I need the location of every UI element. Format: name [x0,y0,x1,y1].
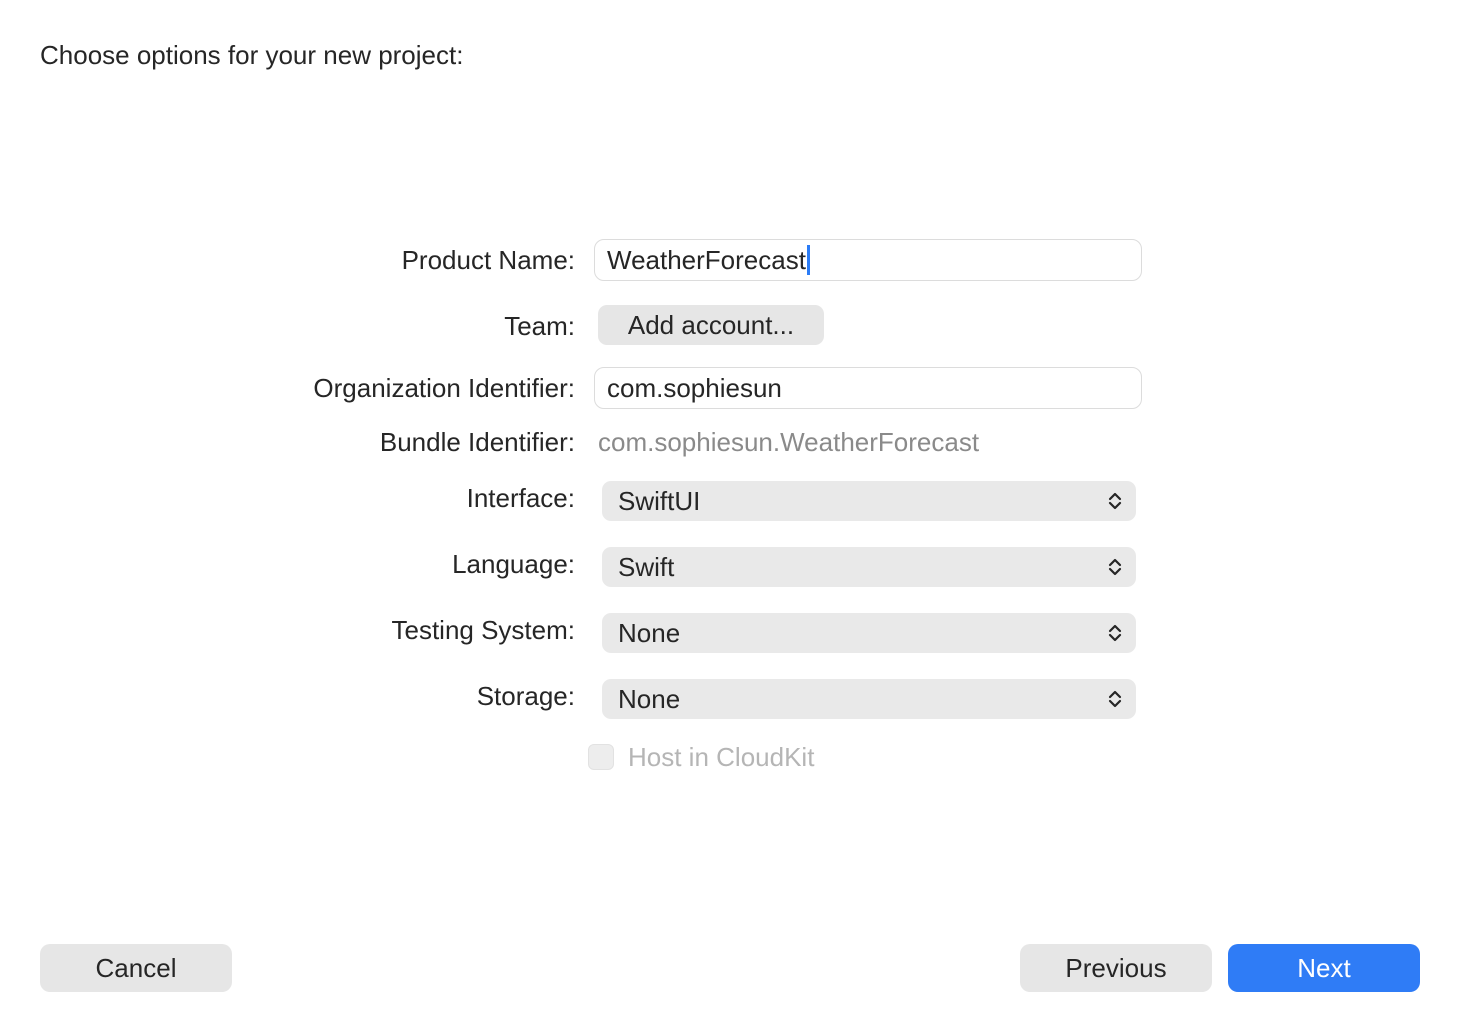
language-label: Language: [452,549,575,579]
product-name-field[interactable]: WeatherForecast [594,239,1142,281]
organization-identifier-value: com.sophiesun [607,373,782,403]
chevron-up-down-icon [1108,558,1122,576]
previous-button[interactable]: Previous [1020,944,1212,992]
language-selected-value: Swift [618,552,675,582]
chevron-up-down-icon [1108,492,1122,510]
product-name-label: Product Name: [401,245,575,275]
host-in-cloudkit-row: Host in CloudKit [588,741,814,773]
interface-label: Interface: [466,483,575,513]
interface-selected-value: SwiftUI [618,486,701,516]
testing-system-label: Testing System: [391,615,575,645]
page-title: Choose options for your new project: [40,40,464,70]
organization-identifier-field[interactable]: com.sophiesun [594,367,1142,409]
bundle-identifier-label: Bundle Identifier: [379,427,575,457]
product-name-value: WeatherForecast [607,245,806,275]
chevron-up-down-icon [1108,690,1122,708]
language-popup[interactable]: Swift [602,547,1136,587]
testing-system-selected-value: None [618,618,681,648]
storage-selected-value: None [618,684,681,714]
next-button[interactable]: Next [1228,944,1420,992]
text-caret [806,245,810,275]
organization-identifier-label: Organization Identifier: [313,373,575,403]
testing-system-popup[interactable]: None [602,613,1136,653]
cancel-button[interactable]: Cancel [40,944,232,992]
storage-popup[interactable]: None [602,679,1136,719]
new-project-options-sheet: Choose options for your new project: Pro… [0,0,1460,1032]
chevron-up-down-icon [1108,624,1122,642]
host-in-cloudkit-checkbox[interactable] [588,744,614,770]
interface-popup[interactable]: SwiftUI [602,481,1136,521]
host-in-cloudkit-label: Host in CloudKit [628,741,815,772]
team-label: Team: [504,311,575,341]
bundle-identifier-value: com.sophiesun.WeatherForecast [598,427,980,457]
add-account-button[interactable]: Add account... [598,305,824,345]
storage-label: Storage: [476,681,575,711]
